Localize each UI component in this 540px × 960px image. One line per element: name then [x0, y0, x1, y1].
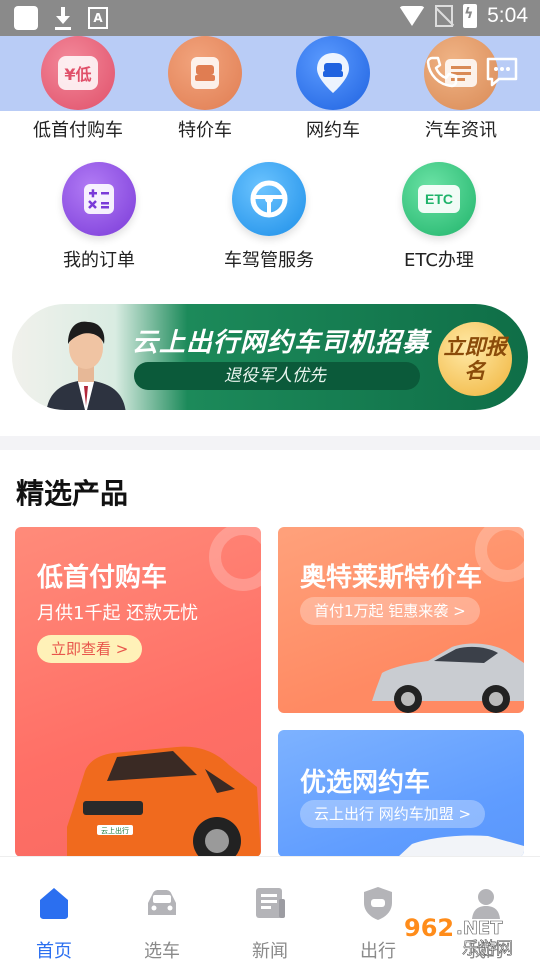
ride-hailing-icon[interactable]	[296, 36, 370, 110]
status-bar: A 5:04	[0, 0, 540, 36]
message-icon[interactable]	[482, 52, 522, 92]
decor-ring	[209, 527, 261, 591]
notification-icon	[14, 6, 38, 30]
no-sim-icon	[435, 5, 454, 27]
product-title: 奥特莱斯特价车	[300, 563, 483, 593]
svg-text:962: 962	[404, 914, 454, 942]
low-downpayment-icon[interactable]: ¥低	[41, 36, 115, 110]
svg-text:乐游网: 乐游网	[462, 939, 513, 956]
car-select-icon	[148, 890, 176, 915]
view-now-button[interactable]: 立即查看 >	[37, 635, 143, 663]
product-subtitle: 月供1千起 还款无忧	[37, 603, 199, 624]
menu-label-special-car[interactable]: 特价车	[140, 116, 270, 142]
vehicle-service-icon[interactable]	[232, 162, 306, 236]
banner-subtitle: 退役军人优先	[134, 362, 420, 390]
text-badge-icon: A	[88, 7, 108, 29]
site-watermark-logo: 962 .NET 乐游网	[404, 914, 513, 956]
my-orders-icon[interactable]	[62, 162, 136, 236]
tab-label: 选车	[144, 941, 180, 960]
product-title: 低首付购车	[37, 563, 168, 593]
orange-suv-image: 云上出行	[67, 746, 261, 857]
status-time: 5:04	[487, 4, 528, 27]
car-front-icon	[191, 57, 219, 89]
tab-home[interactable]: 首页	[0, 857, 108, 960]
tab-label: 首页	[36, 941, 72, 960]
product-card-ride-hailing[interactable]: 优选网约车 云上出行 网约车加盟 >	[278, 730, 524, 857]
calculator-icon	[84, 184, 114, 214]
white-car-image	[398, 835, 524, 857]
menu-label-vehicle-service[interactable]: 车驾管服务	[204, 246, 334, 272]
product-title: 优选网约车	[300, 768, 431, 798]
svg-text:.NET: .NET	[456, 918, 503, 939]
news-icon	[256, 888, 285, 918]
svg-text:云上出行: 云上出行	[101, 826, 129, 835]
promo-button[interactable]: 首付1万起 钜惠来袭 >	[300, 597, 480, 625]
wifi-icon	[399, 6, 426, 26]
silver-sedan-image	[372, 643, 524, 713]
menu-label-low-downpayment[interactable]: 低首付购车	[13, 116, 143, 142]
menu-label-ride-hailing[interactable]: 网约车	[268, 116, 398, 142]
product-card-outlet-special[interactable]: 奥特莱斯特价车 首付1万起 钜惠来袭 >	[278, 527, 524, 713]
product-card-low-downpayment[interactable]: 低首付购车 月供1千起 还款无忧 立即查看 > 云上出行	[15, 527, 261, 857]
steering-wheel-icon	[250, 180, 288, 218]
battery-charging-icon	[463, 4, 478, 28]
menu-label-etc[interactable]: ETC办理	[374, 246, 504, 272]
section-title: 精选产品	[16, 477, 129, 510]
tab-label: 新闻	[252, 941, 288, 960]
map-pin-car-icon	[317, 53, 349, 93]
tab-news[interactable]: 新闻	[216, 857, 324, 960]
home-icon	[40, 888, 68, 919]
signup-button[interactable]: 立即报名	[438, 322, 512, 396]
driver-portrait-image	[46, 321, 126, 410]
download-icon	[52, 6, 74, 30]
menu-label-car-news[interactable]: 汽车资讯	[396, 116, 526, 142]
menu-label-my-orders[interactable]: 我的订单	[34, 246, 164, 272]
phone-icon[interactable]	[422, 52, 462, 92]
tab-car-select[interactable]: 选车	[108, 857, 216, 960]
etc-card-icon: ETC	[418, 185, 460, 213]
header-bar: ¥低	[0, 36, 540, 111]
driver-recruit-banner[interactable]: 云上出行网约车司机招募 退役军人优先 立即报名	[12, 304, 528, 410]
banner-title: 云上出行网约车司机招募	[132, 328, 430, 358]
travel-icon	[364, 887, 392, 920]
section-divider	[0, 436, 540, 450]
etc-icon[interactable]: ETC	[402, 162, 476, 236]
join-button[interactable]: 云上出行 网约车加盟 >	[300, 800, 486, 828]
special-car-icon[interactable]	[168, 36, 242, 110]
